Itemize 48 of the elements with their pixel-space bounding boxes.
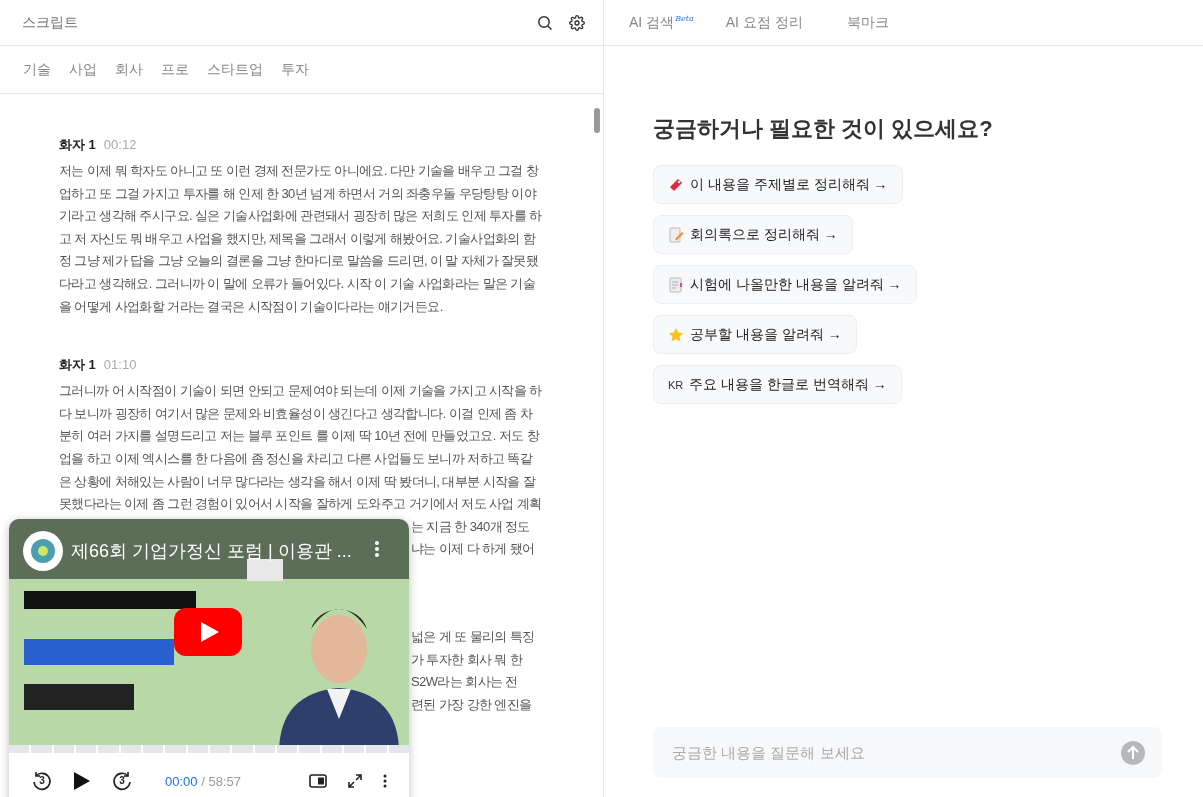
- keyword-link[interactable]: 프로: [161, 60, 189, 79]
- rewind-button[interactable]: 3: [31, 770, 53, 792]
- suggestion-button[interactable]: 이 내용을 주제별로 정리해줘 →: [653, 165, 903, 204]
- tab[interactable]: AI 요점 정리: [725, 13, 803, 32]
- question-bar[interactable]: 궁금한 내용을 질문해 보세요: [653, 727, 1162, 778]
- suggestion-button[interactable]: 시험에 나올만한 내용을 알려줘 →: [653, 265, 917, 304]
- keyword-link[interactable]: 기술: [23, 60, 51, 79]
- miniplayer-icon[interactable]: [309, 774, 327, 788]
- transcript-text: 냐는 이제 다 하게 됐어: [411, 541, 535, 557]
- fullscreen-icon[interactable]: [347, 773, 363, 789]
- suggestion-button[interactable]: 회의록으로 정리해줘 →: [653, 215, 853, 254]
- scrollbar-thumb[interactable]: [594, 108, 600, 133]
- suggestion-button[interactable]: 공부할 내용을 알려줘 →: [653, 315, 857, 354]
- transcript-text: 그러니까 어 시작점이 기술이 되면 안되고 문제여야 되는데 이제 기술을 가지고 시작을 하 다 보니까 굉장히 여기서 많은 문제와 비효율성이 생긴다고 생각합니다. 이걸 인제 좀 차 분히 여러 가지를 설명드리고 저는 블루 포인트 를 이제 딱 10년 전에 만들었고요. 저도 창 업을 하고 이제 엑시스를 한 다음에 좀 정신을 차리고 다른 사업들도 보니까 저하고 똑같 은 상황에 처해있는 사람이 너무 많다라는 생각을 해서 이제 딱 봤더니, 대부분 시작을 잘 못했다라는 이제 좀 그런 경험이 있어서 시작을 잘하게 도와주고 거기에서 저도 사업 계획: [59, 382, 542, 514]
- panel-title: 스크립트: [22, 13, 79, 32]
- transcript-text: 는 지금 한 340개 정도: [411, 518, 530, 534]
- search-icon[interactable]: [537, 14, 553, 31]
- keyword-link[interactable]: 스타트업: [207, 60, 263, 79]
- transcript-text: 가 투자한 회사 뭐 한: [411, 651, 523, 667]
- forward-button[interactable]: 3: [111, 770, 133, 792]
- transcript-text: 넓은 게 또 물리의 특징: [411, 628, 535, 644]
- star-icon: [668, 326, 684, 343]
- memo-icon: [668, 226, 684, 243]
- prompt-heading: 궁금하거나 필요한 것이 있으세요?: [653, 115, 993, 143]
- more-icon[interactable]: [383, 774, 387, 788]
- keyword-link[interactable]: 회사: [115, 60, 143, 79]
- current-time: 00:00: [165, 773, 198, 789]
- timestamp[interactable]: 01:10: [103, 357, 137, 373]
- keyword-link[interactable]: 사업: [69, 60, 97, 79]
- speaker-name: 화자 1: [59, 136, 96, 154]
- keyword-link[interactable]: 투자: [281, 60, 309, 79]
- transcript-text: S2W라는 회사는 전: [411, 674, 518, 690]
- transcript-text: 저는 이제 뭐 학자도 아니고 또 이런 경제 전문가도 아니에요. 다만 기술을 배우고 그걸 창 업하고 또 그걸 가지고 투자를 해 인제 한 30년 넘게 하면서 거의 좌충우돌 우당탕탕 이야 기라고 생각해 주시구요. 실은 기술사업화에 관련돼서 굉장히 많은 저희도 인제 투자를 하 고 저 자신도 뭐 배우고 사업을 했지만, 제목을 그래서 이렇게 해봤어요. 기술사업화의 함 정 그냥 제가 답을 그냥 오늘의 결론을 그냥 한마디로 말씀을 드리면, 이 말 자체가 잘못됐 다라고 생각해요. 그러니까 이 말에 오류가 들어있다. 시작 이 기술 사업화라는 말은 기술 을 어떻게 사업화할 거라는 결국은 시작점이 기술이다라는 얘기거든요.: [59, 162, 542, 316]
- timestamp[interactable]: 00:12: [103, 137, 137, 152]
- question-field[interactable]: 궁금한 내용을 질문해 보세요: [670, 743, 1121, 762]
- play-button-icon[interactable]: [174, 608, 242, 656]
- settings-icon[interactable]: [569, 14, 585, 31]
- document-icon: [668, 276, 684, 293]
- tab[interactable]: 북마크: [846, 13, 889, 32]
- speaker-name: 화자 1: [59, 356, 96, 375]
- tab[interactable]: AI 검색$^{Beta}$: [629, 13, 694, 32]
- duration: / 58:57: [201, 773, 241, 789]
- play-icon[interactable]: [73, 771, 91, 791]
- language-code: KR: [668, 378, 684, 391]
- suggestion-button[interactable]: KR 주요 내용을 한글로 번역해줘 →: [653, 365, 902, 404]
- channel-logo[interactable]: [23, 531, 63, 571]
- transcript-text: 련된 가장 강한 엔진을: [411, 696, 532, 712]
- ticket-icon: [668, 176, 684, 193]
